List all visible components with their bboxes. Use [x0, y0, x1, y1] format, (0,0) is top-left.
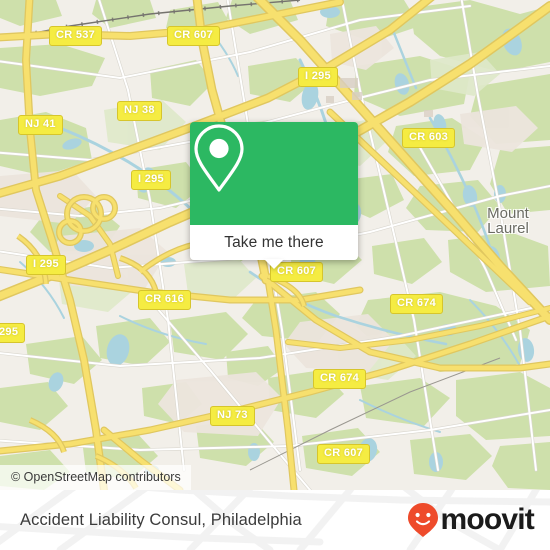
road-shield-nj-73: NJ 73	[210, 406, 255, 426]
take-me-there-label: Take me there	[224, 233, 324, 251]
popup-pointer-tail	[264, 259, 284, 269]
road-shield-cr-616: CR 616	[138, 290, 192, 310]
moovit-wordmark: moovit	[440, 503, 534, 536]
map-canvas[interactable]: CR 537 CR 607 I 295 NJ 38 CR 603 NJ 41 I 295 I …	[0, 0, 550, 490]
road-shield-cr-537: CR 537	[49, 26, 103, 46]
page-title: Accident Liability Consul, Philadelphia	[20, 510, 302, 529]
footer-bar: Accident Liability Consul, Philadelphia …	[0, 490, 550, 550]
map-pin-icon	[194, 124, 244, 192]
road-shield-i-295: I 295	[131, 170, 171, 190]
road-shield-i-295: I 295	[298, 67, 338, 87]
road-shield-cr-607: CR 607	[167, 26, 221, 46]
road-shield-cr-674: CR 674	[390, 294, 444, 314]
road-shield-nj-41: NJ 41	[18, 115, 63, 135]
road-shield-nj-38: NJ 38	[117, 101, 162, 121]
place-label-line: Mount	[487, 205, 529, 222]
location-popup-card[interactable]: Take me there	[190, 122, 358, 269]
road-shield-cr-603: CR 603	[402, 128, 456, 148]
road-shield-cr-607: CR 607	[317, 444, 371, 464]
map-attribution[interactable]: © OpenStreetMap contributors	[0, 465, 191, 490]
place-label-mount-laurel: Mount Laurel	[448, 206, 550, 236]
popup-action-area[interactable]: Take me there	[190, 225, 358, 260]
road-shield-295: 295	[0, 323, 26, 343]
road-shield-cr-674: CR 674	[313, 369, 367, 389]
road-shield-i-295: I 295	[26, 255, 66, 275]
place-label-line: Laurel	[487, 220, 529, 237]
moovit-smiley-pin-icon	[408, 503, 439, 537]
popup-pin-area	[190, 122, 358, 225]
moovit-logo[interactable]: moovit	[407, 502, 535, 538]
